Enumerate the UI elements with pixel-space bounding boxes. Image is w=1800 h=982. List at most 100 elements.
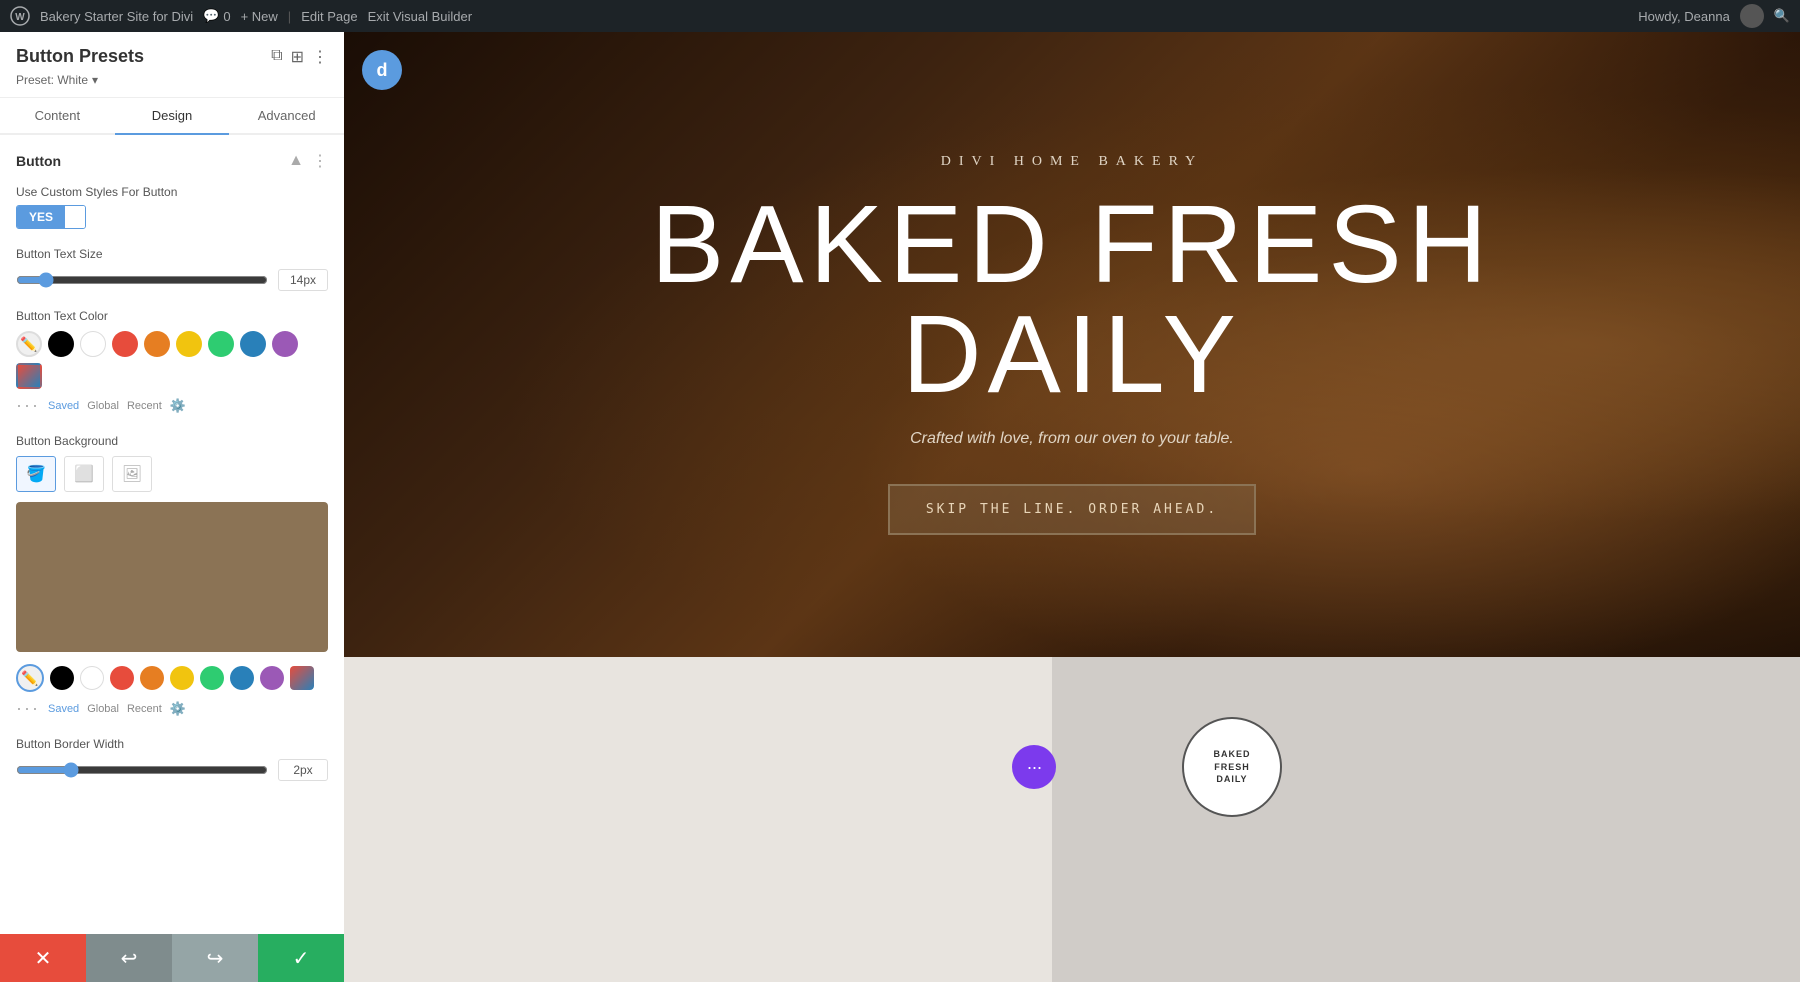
circle-badge: BAKED FRESH DAILY bbox=[1182, 717, 1282, 817]
bg-eyedropper-btn[interactable]: ✏️ bbox=[16, 664, 44, 692]
divi-btn-label: d bbox=[377, 60, 388, 81]
tab-advanced[interactable]: Advanced bbox=[229, 98, 344, 135]
global-label[interactable]: Global bbox=[87, 400, 119, 412]
toggle-container[interactable]: YES bbox=[16, 205, 86, 229]
text-size-slider[interactable] bbox=[16, 272, 268, 288]
toggle-no[interactable] bbox=[65, 206, 85, 228]
more-dots[interactable]: ··· bbox=[16, 395, 40, 416]
bg-swatch-purple[interactable] bbox=[260, 666, 284, 690]
toggle-label: Use Custom Styles For Button bbox=[16, 185, 328, 199]
button-background-section: Button Background 🪣 ⬜ 🖼 ✏️ bbox=[16, 434, 328, 719]
tab-content[interactable]: Content bbox=[0, 98, 115, 135]
recent-label[interactable]: Recent bbox=[127, 400, 162, 412]
preset-arrow[interactable]: ▾ bbox=[92, 73, 98, 87]
gear-icon[interactable]: ⚙️ bbox=[170, 398, 186, 414]
button-text-color-section: Button Text Color ✏️ ··· Saved Glo bbox=[16, 309, 328, 416]
bg-swatch-blue[interactable] bbox=[230, 666, 254, 690]
bg-gear-icon[interactable]: ⚙️ bbox=[170, 701, 186, 717]
toggle-yes[interactable]: YES bbox=[17, 206, 65, 228]
bg-recent-label[interactable]: Recent bbox=[127, 703, 162, 715]
section-title: Button bbox=[16, 153, 61, 169]
close-button[interactable]: ✕ bbox=[0, 934, 86, 982]
wordpress-logo[interactable]: W bbox=[10, 6, 30, 26]
hero-cta-button[interactable]: SKIP THE LINE. ORDER AHEAD. bbox=[888, 484, 1256, 535]
site-name-link[interactable]: Bakery Starter Site for Divi bbox=[40, 9, 193, 24]
bg-global-label[interactable]: Global bbox=[87, 703, 119, 715]
hero-content: DIVI HOME BAKERY BAKED FRESH DAILY Craft… bbox=[651, 154, 1493, 535]
button-text-color-label: Button Text Color bbox=[16, 309, 328, 323]
bg-color-actions: ··· Saved Global Recent ⚙️ bbox=[16, 698, 328, 719]
hero-title-line2: DAILY bbox=[902, 293, 1242, 416]
hero-section: DIVI HOME BAKERY BAKED FRESH DAILY Craft… bbox=[344, 32, 1800, 657]
swatch-yellow[interactable] bbox=[176, 331, 202, 357]
preset-label: Preset: White bbox=[16, 73, 88, 87]
bg-swatch-white[interactable] bbox=[80, 666, 104, 690]
edit-page-link[interactable]: Edit Page bbox=[301, 9, 357, 24]
panel-title: Button Presets bbox=[16, 46, 144, 67]
tab-design[interactable]: Design bbox=[115, 98, 230, 135]
swatch-custom[interactable] bbox=[16, 363, 42, 389]
separator: | bbox=[288, 9, 291, 24]
right-panel: d DIVI HOME BAKERY BAKED FRESH DAILY Cra… bbox=[344, 32, 1800, 982]
hero-title-line1: BAKED FRESH bbox=[651, 183, 1493, 306]
collapse-icon[interactable]: ▲ bbox=[288, 152, 304, 170]
bg-swatch-black[interactable] bbox=[50, 666, 74, 690]
swatch-red[interactable] bbox=[112, 331, 138, 357]
section-more-icon[interactable]: ⋮ bbox=[312, 151, 328, 171]
bg-solid-btn[interactable]: 🪣 bbox=[16, 456, 56, 492]
admin-bar-right: Howdy, Deanna 🔍 bbox=[1638, 4, 1790, 28]
bg-more-dots[interactable]: ··· bbox=[16, 698, 40, 719]
more-icon[interactable]: ⋮ bbox=[312, 47, 328, 67]
bottom-right-area bbox=[1052, 657, 1800, 982]
bg-saved-label[interactable]: Saved bbox=[48, 703, 79, 715]
avatar bbox=[1740, 4, 1764, 28]
purple-action-button[interactable]: ··· bbox=[1012, 745, 1056, 789]
comment-count: 0 bbox=[223, 9, 230, 24]
new-link[interactable]: + New bbox=[241, 9, 278, 24]
section-icons: ▲ ⋮ bbox=[288, 151, 328, 171]
bg-label: Button Background bbox=[16, 434, 328, 448]
bg-swatch-green[interactable] bbox=[200, 666, 224, 690]
hero-site-name: DIVI HOME BAKERY bbox=[651, 154, 1493, 170]
bg-swatch-custom[interactable] bbox=[290, 666, 314, 690]
border-width-slider[interactable] bbox=[16, 762, 268, 778]
swatch-blue[interactable] bbox=[240, 331, 266, 357]
color-preview bbox=[16, 502, 328, 652]
badge-line1: BAKED bbox=[1213, 749, 1250, 759]
swatch-black[interactable] bbox=[48, 331, 74, 357]
section-header: Button ▲ ⋮ bbox=[16, 151, 328, 171]
undo-button[interactable]: ↩ bbox=[86, 934, 172, 982]
bg-swatch-orange[interactable] bbox=[140, 666, 164, 690]
border-width-value: 2px bbox=[278, 759, 328, 781]
eyedropper-btn[interactable]: ✏️ bbox=[16, 331, 42, 357]
swatch-purple[interactable] bbox=[272, 331, 298, 357]
divi-float-button[interactable]: d bbox=[362, 50, 402, 90]
comment-bubble[interactable]: 💬 0 bbox=[203, 8, 230, 24]
border-width-section: Button Border Width 2px bbox=[16, 737, 328, 781]
save-button[interactable]: ✓ bbox=[258, 934, 344, 982]
duplicate-icon[interactable]: ⧉ bbox=[271, 47, 282, 67]
swatch-white[interactable] bbox=[80, 331, 106, 357]
saved-label[interactable]: Saved bbox=[48, 400, 79, 412]
exit-builder-link[interactable]: Exit Visual Builder bbox=[368, 9, 473, 24]
bg-color-swatches: ✏️ bbox=[16, 664, 328, 692]
redo-button[interactable]: ↪ bbox=[172, 934, 258, 982]
user-greeting: Howdy, Deanna bbox=[1638, 9, 1730, 24]
save-icon: ✓ bbox=[293, 946, 310, 971]
panel-content: Button ▲ ⋮ Use Custom Styles For Button … bbox=[0, 135, 344, 934]
search-icon[interactable]: 🔍 bbox=[1774, 8, 1790, 24]
swatch-orange[interactable] bbox=[144, 331, 170, 357]
purple-btn-icon: ··· bbox=[1027, 757, 1042, 778]
grid-icon[interactable]: ⊞ bbox=[291, 47, 304, 67]
bg-swatch-yellow[interactable] bbox=[170, 666, 194, 690]
svg-text:W: W bbox=[15, 12, 25, 23]
badge-line2: FRESH bbox=[1214, 762, 1250, 772]
badge-line3: DAILY bbox=[1216, 774, 1247, 784]
panel-title-icons: ⧉ ⊞ ⋮ bbox=[271, 47, 328, 67]
bg-gradient-btn[interactable]: ⬜ bbox=[64, 456, 104, 492]
text-size-value: 14px bbox=[278, 269, 328, 291]
swatch-green[interactable] bbox=[208, 331, 234, 357]
button-text-size-row: Button Text Size 14px bbox=[16, 247, 328, 291]
bg-image-btn[interactable]: 🖼 bbox=[112, 456, 152, 492]
bg-swatch-red[interactable] bbox=[110, 666, 134, 690]
